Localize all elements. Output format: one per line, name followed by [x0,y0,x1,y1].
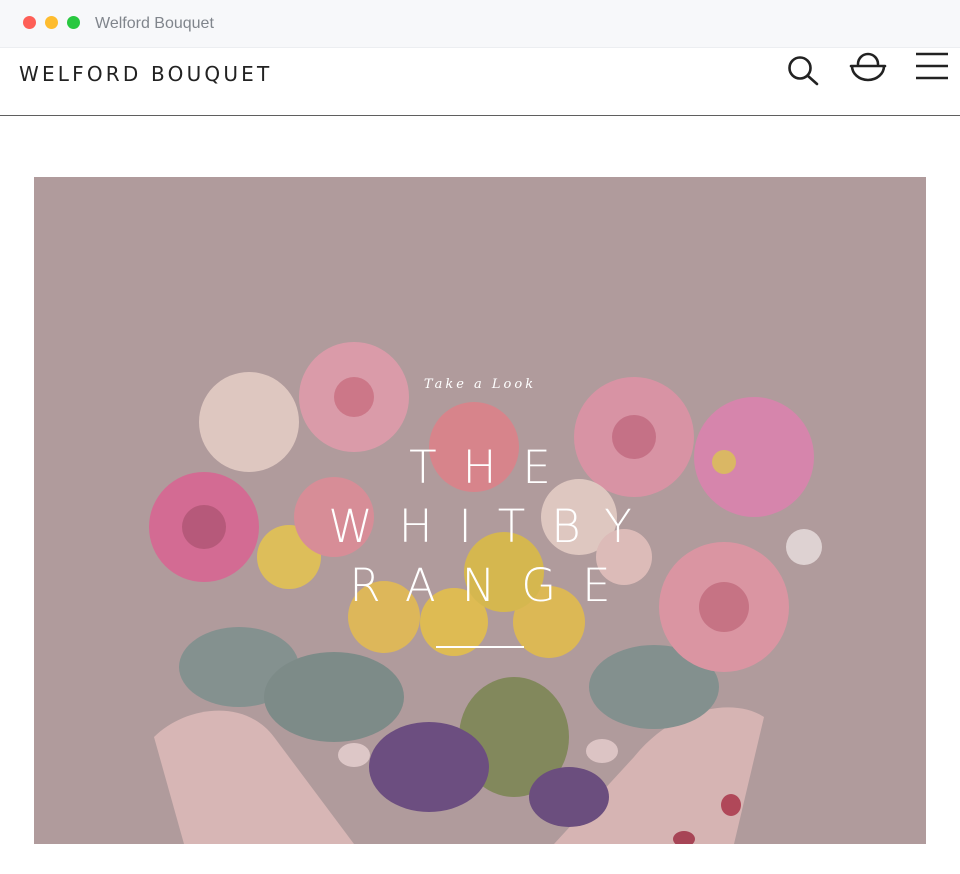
hero-text-group: Take a Look THE WHITBY RANGE [34,177,926,844]
hero-headline-line-1: THE [409,441,577,494]
hero-eyebrow: Take a Look [423,377,537,392]
hero-banner[interactable]: Take a Look THE WHITBY RANGE [34,177,926,844]
site-logo[interactable]: WELFORD BOUQUET [19,62,272,86]
menu-icon [916,52,948,80]
maximize-window-button[interactable] [67,16,80,29]
menu-button[interactable] [914,50,950,90]
hero-headline-line-3: RANGE [349,559,637,612]
hero-headline-line-2: WHITBY [328,500,658,553]
close-window-button[interactable] [23,16,36,29]
search-button[interactable] [786,54,822,94]
hero-divider [436,646,524,648]
minimize-window-button[interactable] [45,16,58,29]
search-icon [788,56,819,86]
window-titlebar: Welford Bouquet [0,0,960,48]
basket-button[interactable] [848,48,888,88]
basket-icon [849,52,887,82]
site-header: WELFORD BOUQUET [0,48,960,116]
window-title: Welford Bouquet [95,15,214,32]
